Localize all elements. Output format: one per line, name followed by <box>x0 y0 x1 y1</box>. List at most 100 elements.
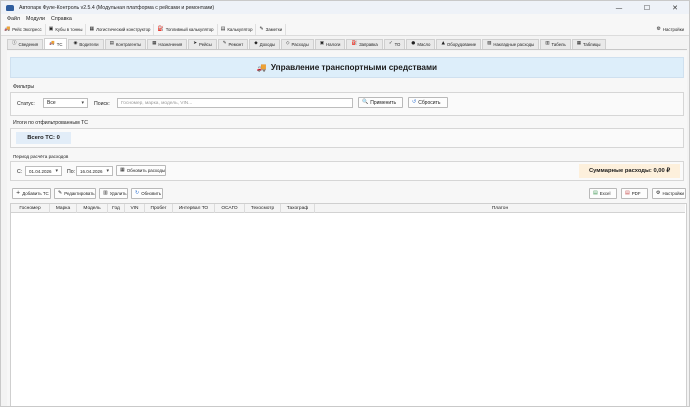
tab-label: Масло <box>417 42 431 47</box>
tab-repair[interactable]: ✎ Ремонт <box>217 39 249 49</box>
column-header-inspection[interactable]: Техосмотр <box>245 204 281 213</box>
menu-help[interactable]: Справка <box>48 16 75 22</box>
period-heading: Период расчёта расходов <box>13 154 69 159</box>
oil-icon: ● <box>411 41 416 47</box>
tab-overhead[interactable]: ▧ Накладные расходы <box>482 39 540 49</box>
totals-heading: Итоги по отфильтрованным ТС <box>13 120 89 126</box>
note-icon: ✎ <box>259 25 264 32</box>
column-header-tachograph[interactable]: Тахограф <box>281 204 315 213</box>
tool-label: Заметки <box>265 26 283 32</box>
refresh-label: Обновить <box>141 191 162 196</box>
status-select[interactable]: Все ▾ <box>43 98 88 108</box>
delete-vehicle-button[interactable]: ▥ Удалить <box>99 188 128 199</box>
column-header-platon[interactable]: Платон <box>315 204 685 213</box>
search-input[interactable]: Госномер, марка, модель, VIN... <box>117 98 353 108</box>
tab-assignments[interactable]: ▦ Назначения <box>147 39 188 49</box>
table-header: Госномер Марка Модель Год VIN Пробег Инт… <box>11 204 685 213</box>
wrench-icon: ✎ <box>222 41 227 47</box>
menu-modules[interactable]: Модули <box>23 16 48 22</box>
update-label: Обновить расходы <box>126 168 166 173</box>
tab-label: Ремонт <box>228 42 244 47</box>
fuel-icon: ⛽ <box>351 41 358 47</box>
from-date-value: 01.04.2026 <box>29 168 52 174</box>
column-header-model[interactable]: Модель <box>77 204 108 213</box>
search-icon: 🔍 <box>362 99 369 105</box>
pdf-icon: ▤ <box>625 190 630 196</box>
window-title: Автопарк Фуле-Контроль v2.5.4 (Модульная… <box>19 4 215 11</box>
tool-express-trip[interactable]: 🚚 Рейс Экспресс <box>1 23 46 35</box>
minimize-button[interactable]: — <box>605 1 633 14</box>
tool-notes[interactable]: ✎ Заметки <box>256 23 287 35</box>
driver-icon: ◉ <box>73 41 78 47</box>
tool-cubes-to-tons[interactable]: ▣ Кубы в тонны <box>46 23 87 35</box>
reset-label: Сбросить <box>418 99 441 106</box>
tool-label: Кубы в тонны <box>55 26 83 32</box>
reset-icon: ↺ <box>412 99 417 105</box>
expense-icon: ◇ <box>286 41 290 47</box>
table-settings-button[interactable]: ⚙ Настройки <box>652 188 686 199</box>
maximize-button[interactable]: ☐ <box>633 1 661 14</box>
tab-oil[interactable]: ● Масло <box>406 39 436 49</box>
tab-trips[interactable]: ➤ Рейсы <box>188 39 217 49</box>
fuel-icon: ⛽ <box>157 25 164 32</box>
tool-label: Рейс Экспресс <box>12 26 42 32</box>
tab-timesheet[interactable]: ▥ Табель <box>540 39 571 49</box>
tab-drivers[interactable]: ◉ Водители <box>68 39 104 49</box>
tab-label: Назначения <box>158 42 183 47</box>
tab-contractors[interactable]: ▤ Контрагенты <box>104 39 147 49</box>
truck-icon: 🚚 <box>49 40 55 46</box>
plus-icon: + <box>16 190 21 196</box>
tables-icon: ▦ <box>576 41 581 47</box>
tab-label: Заправка <box>359 42 378 47</box>
apply-filter-button[interactable]: 🔍 Применить <box>358 97 403 108</box>
export-excel-button[interactable]: ▤ Excel <box>589 188 617 199</box>
truck-icon: 🚚 <box>256 63 267 72</box>
tool-fuel-calculator[interactable]: ⛽ Топливный калькулятор <box>154 23 218 35</box>
tab-equipment[interactable]: ▲ Оборудование <box>436 39 482 49</box>
add-vehicle-button[interactable]: + Добавить ТС <box>12 188 51 199</box>
app-window: Автопарк Фуле-Контроль v2.5.4 (Модульная… <box>0 0 690 407</box>
delete-label: Удалить <box>109 191 127 196</box>
column-header-vin[interactable]: VIN <box>125 204 145 213</box>
update-expenses-button[interactable]: ▦ Обновить расходы <box>116 165 166 176</box>
from-label: С: <box>17 169 23 175</box>
column-header-osago[interactable]: ОСАГО <box>215 204 245 213</box>
close-button[interactable]: ✕ <box>661 1 689 14</box>
to-date-picker[interactable]: 16.04.2026 ▾ <box>76 166 113 176</box>
from-date-picker[interactable]: 01.04.2026 ▾ <box>25 166 62 176</box>
add-label: Добавить ТС <box>22 191 49 196</box>
toolbar-settings-button[interactable]: ⚙ Настройки <box>653 24 687 35</box>
excel-label: Excel <box>599 191 611 196</box>
tool-label: Калькулятор <box>227 26 253 32</box>
column-header-plate[interactable]: Госномер <box>11 204 50 213</box>
column-header-year[interactable]: Год <box>108 204 125 213</box>
settings-label: Настройки <box>662 191 685 196</box>
tab-vehicles[interactable]: 🚚 ТС <box>44 38 68 49</box>
refresh-button[interactable]: ↻ Обновить <box>131 188 163 199</box>
equipment-icon: ▲ <box>441 41 445 47</box>
tab-taxes[interactable]: ▣ Налоги <box>314 39 346 49</box>
tool-icon: ✓ <box>388 41 393 47</box>
tool-calculator[interactable]: ▤ Калькулятор <box>218 23 257 35</box>
tab-label: Табель <box>551 42 566 47</box>
export-pdf-button[interactable]: ▤ PDF <box>621 188 648 199</box>
tab-label: ТС <box>56 41 63 47</box>
page-title: Управление транспортными средствами <box>270 63 438 72</box>
edit-label: Редактировать <box>64 191 95 196</box>
tab-income[interactable]: ◆ Доходы <box>249 39 281 49</box>
column-header-mileage[interactable]: Пробег <box>145 204 173 213</box>
tab-maintenance[interactable]: ✓ ТО <box>383 39 406 49</box>
period-group: С: 01.04.2026 ▾ По: 16.04.2026 ▾ ▦ Обнов… <box>10 161 684 181</box>
menu-file[interactable]: Файл <box>4 16 23 22</box>
tab-info[interactable]: ⓘ Сведения <box>7 39 44 49</box>
tab-expenses[interactable]: ◇ Расходы <box>281 39 314 49</box>
totals-group: Всего ТС: 0 <box>10 128 684 148</box>
tab-refueling[interactable]: ⛽ Заправка <box>346 39 383 49</box>
column-header-service-interval[interactable]: Интервал ТО <box>173 204 215 213</box>
edit-vehicle-button[interactable]: ✎ Редактировать <box>54 188 96 199</box>
reset-filter-button[interactable]: ↺ Сбросить <box>408 97 448 108</box>
column-header-brand[interactable]: Марка <box>50 204 77 213</box>
to-date-value: 16.04.2026 <box>80 168 103 174</box>
tab-tables[interactable]: ▦ Таблицы <box>571 39 606 49</box>
tool-logistics-builder[interactable]: ▦ Логистический конструктор <box>86 23 155 35</box>
